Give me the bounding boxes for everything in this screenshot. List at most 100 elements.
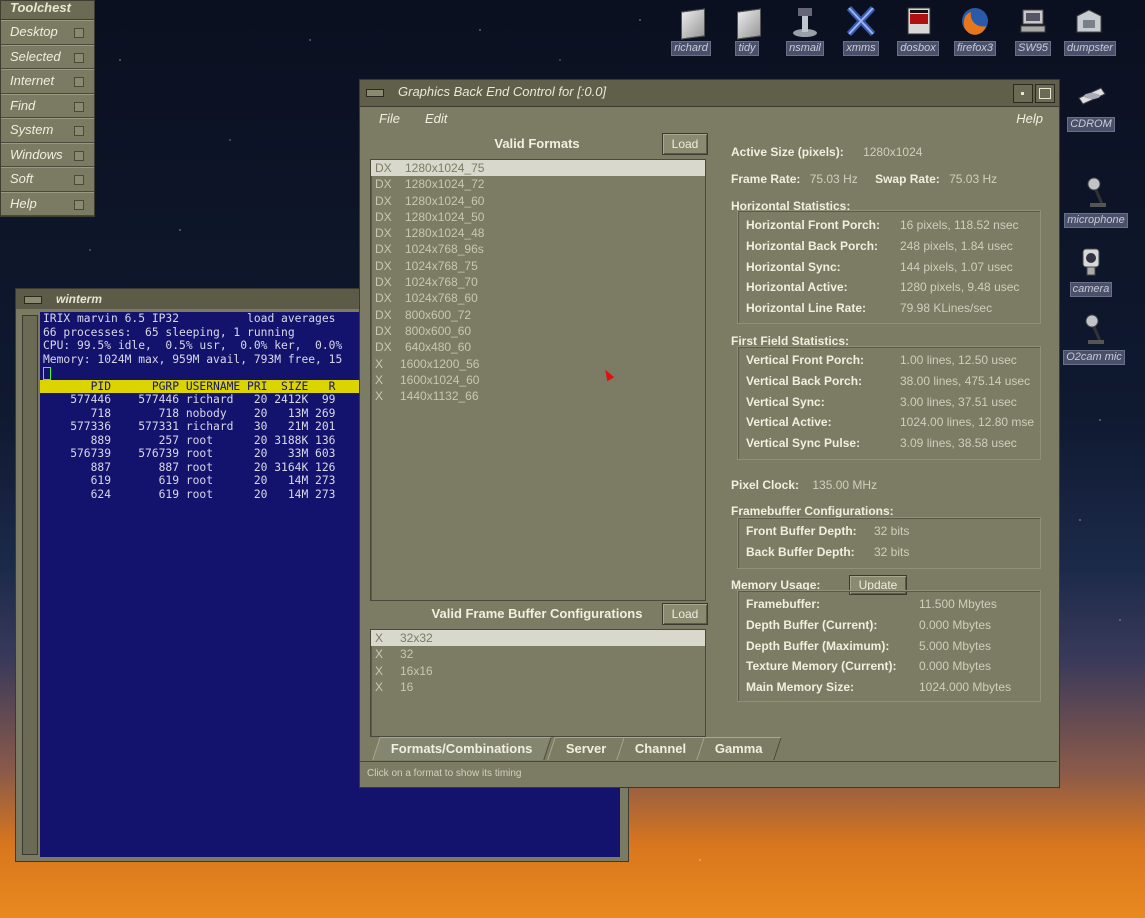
list-item-name: 1280x1024_60 xyxy=(405,193,485,208)
fb-configs-list[interactable]: X 32x32 X 32 X 16x16 X 16 xyxy=(370,629,706,737)
desktop-icon-cdrom[interactable]: CDROM xyxy=(1063,80,1119,132)
desktop-icon-sw95[interactable]: SW95 xyxy=(1008,4,1058,56)
toolchest-item-soft[interactable]: Soft xyxy=(1,167,94,192)
list-item[interactable]: X 1600x1024_60 xyxy=(371,372,705,388)
desktop-icon-o2cam-mic[interactable]: O2cam mic xyxy=(1059,313,1129,365)
menubar: File Edit Help xyxy=(360,107,1059,131)
tab-channel[interactable]: Channel xyxy=(616,737,706,760)
list-item[interactable]: X 16 xyxy=(371,679,705,695)
firefox-icon xyxy=(959,4,991,38)
tab-bar: Formats/Combinations Server Channel Gamm… xyxy=(370,737,1050,761)
dumpster-icon xyxy=(1073,4,1105,38)
stat-label: Horizontal Sync: xyxy=(746,259,841,274)
tab-label: Gamma xyxy=(714,741,763,756)
toolchest-item-system[interactable]: System xyxy=(1,118,94,143)
list-item[interactable]: DX 1024x768_60 xyxy=(371,290,705,306)
frame-rate-value: 75.03 Hz xyxy=(809,172,858,186)
desktop-icon-xmms[interactable]: xmms xyxy=(836,4,886,56)
stat-label: Horizontal Active: xyxy=(746,280,848,295)
toolchest-item-help[interactable]: Help xyxy=(1,191,94,216)
desktop-icon-nsmail[interactable]: nsmail xyxy=(780,4,830,56)
desktop-icon-tidy[interactable]: tidy xyxy=(722,4,772,56)
list-item-name: 1024x768_60 xyxy=(405,291,478,306)
desktop-icon-camera[interactable]: camera xyxy=(1063,245,1119,297)
desktop-icon-microphone[interactable]: microphone xyxy=(1061,176,1131,228)
pixel-clock-row: Pixel Clock: 135.00 MHz xyxy=(731,478,877,492)
desktop-icon-label: nsmail xyxy=(786,41,824,56)
maximize-icon[interactable] xyxy=(1035,84,1055,103)
desktop-icon-dosbox[interactable]: dosbox xyxy=(893,4,943,56)
toolchest-item-windows[interactable]: Windows xyxy=(1,142,94,167)
minimize-icon[interactable] xyxy=(1013,84,1033,103)
fb-config-title: Framebuffer Configurations: xyxy=(731,504,894,518)
list-item-name: 800x600_72 xyxy=(405,307,472,322)
submenu-icon xyxy=(74,199,84,210)
list-item[interactable]: DX 1280x1024_50 xyxy=(371,209,705,225)
tab-gamma[interactable]: Gamma xyxy=(696,737,782,760)
stat-value: 79.98 KLines/sec xyxy=(900,301,993,316)
window-menu-icon[interactable] xyxy=(366,89,384,97)
desktop-icon-richard[interactable]: richard xyxy=(666,4,716,56)
gwin-titlebar[interactable]: Graphics Back End Control for [:0.0] xyxy=(360,80,1059,107)
list-item[interactable]: X 1440x1132_66 xyxy=(371,388,705,404)
load-formats-button[interactable]: Load xyxy=(662,133,708,155)
list-item[interactable]: X 1600x1200_56 xyxy=(371,356,705,372)
list-item[interactable]: DX 1024x768_75 xyxy=(371,258,705,274)
tab-formats-combinations[interactable]: Formats/Combinations xyxy=(372,737,552,760)
submenu-icon xyxy=(74,175,84,185)
toolchest-item-internet[interactable]: Internet xyxy=(1,69,94,94)
list-item[interactable]: DX 1280x1024_48 xyxy=(371,225,705,241)
list-item-name: 1600x1024_60 xyxy=(400,372,480,387)
list-item[interactable]: DX 1024x768_70 xyxy=(371,274,705,290)
winterm-scrollbar[interactable] xyxy=(22,315,38,855)
desktop-icon-dumpster[interactable]: dumpster xyxy=(1064,4,1116,56)
toolchest-item-find[interactable]: Find xyxy=(1,93,94,118)
graphics-backend-window: Graphics Back End Control for [:0.0] Fil… xyxy=(359,79,1060,788)
desktop-icon-firefox3[interactable]: firefox3 xyxy=(950,4,1000,56)
menu-file[interactable]: File xyxy=(379,111,400,126)
list-item[interactable]: DX 1024x768_96s xyxy=(371,241,705,257)
list-item[interactable]: DX 1280x1024_72 xyxy=(371,176,705,192)
fb-configs-title: Valid Frame Buffer Configurations xyxy=(431,606,643,621)
stat-value: 16 pixels, 118.52 nsec xyxy=(900,218,1019,232)
active-size-value: 1280x1024 xyxy=(863,145,923,159)
list-item[interactable]: DX 1280x1024_75 xyxy=(371,160,705,177)
stat-value: 248 pixels, 1.84 usec xyxy=(900,238,1013,253)
list-item-flag: DX xyxy=(375,291,392,306)
list-item[interactable]: DX 800x600_72 xyxy=(371,307,705,323)
load-fb-configs-button[interactable]: Load xyxy=(662,603,708,625)
list-item-name: 16x16 xyxy=(400,663,433,678)
list-item[interactable]: X 32x32 xyxy=(371,630,705,647)
list-item[interactable]: X 32 xyxy=(371,646,705,662)
menu-help[interactable]: Help xyxy=(1016,111,1043,126)
frame-rate-row: Frame Rate: 75.03 Hz Swap Rate: 75.03 Hz xyxy=(731,172,997,186)
list-item-flag: X xyxy=(375,679,384,694)
valid-formats-list[interactable]: DX 1280x1024_75 DX 1280x1024_72 DX 1280x1024_… xyxy=(370,159,706,601)
submenu-icon xyxy=(74,101,84,112)
tab-divider xyxy=(360,761,1057,762)
stat-label: Front Buffer Depth: xyxy=(746,524,857,538)
stat-value: 1024.00 lines, 12.80 mse xyxy=(900,415,1035,430)
list-item-name: 1280x1024_72 xyxy=(405,177,485,192)
list-item[interactable]: DX 640x480_60 xyxy=(371,339,705,355)
toolchest-item-selected[interactable]: Selected xyxy=(1,44,94,69)
list-item-flag: DX xyxy=(375,242,392,257)
microphone-icon xyxy=(1080,176,1112,210)
microphone-icon xyxy=(1078,313,1110,347)
menu-edit[interactable]: Edit xyxy=(425,111,447,126)
pixel-clock-value: 135.00 MHz xyxy=(812,478,878,492)
list-item[interactable]: DX 1280x1024_60 xyxy=(371,193,705,209)
stat-value: 1.00 lines, 12.50 usec xyxy=(900,353,1017,367)
list-item-flag: X xyxy=(375,631,384,645)
stat-label: Vertical Sync Pulse: xyxy=(746,436,861,451)
stat-value: 5.000 Mbytes xyxy=(919,638,992,653)
window-menu-icon[interactable] xyxy=(24,296,42,304)
list-item[interactable]: X 16x16 xyxy=(371,663,705,679)
gwin-title: Graphics Back End Control for [:0.0] xyxy=(398,84,607,99)
stat-value: 1280 pixels, 9.48 usec xyxy=(900,280,1020,295)
toolchest-item-desktop[interactable]: Desktop xyxy=(1,20,94,45)
folder-icon xyxy=(675,4,707,40)
list-item[interactable]: DX 800x600_60 xyxy=(371,323,705,339)
swap-rate-value: 75.03 Hz xyxy=(949,172,998,186)
tab-server[interactable]: Server xyxy=(547,737,626,760)
